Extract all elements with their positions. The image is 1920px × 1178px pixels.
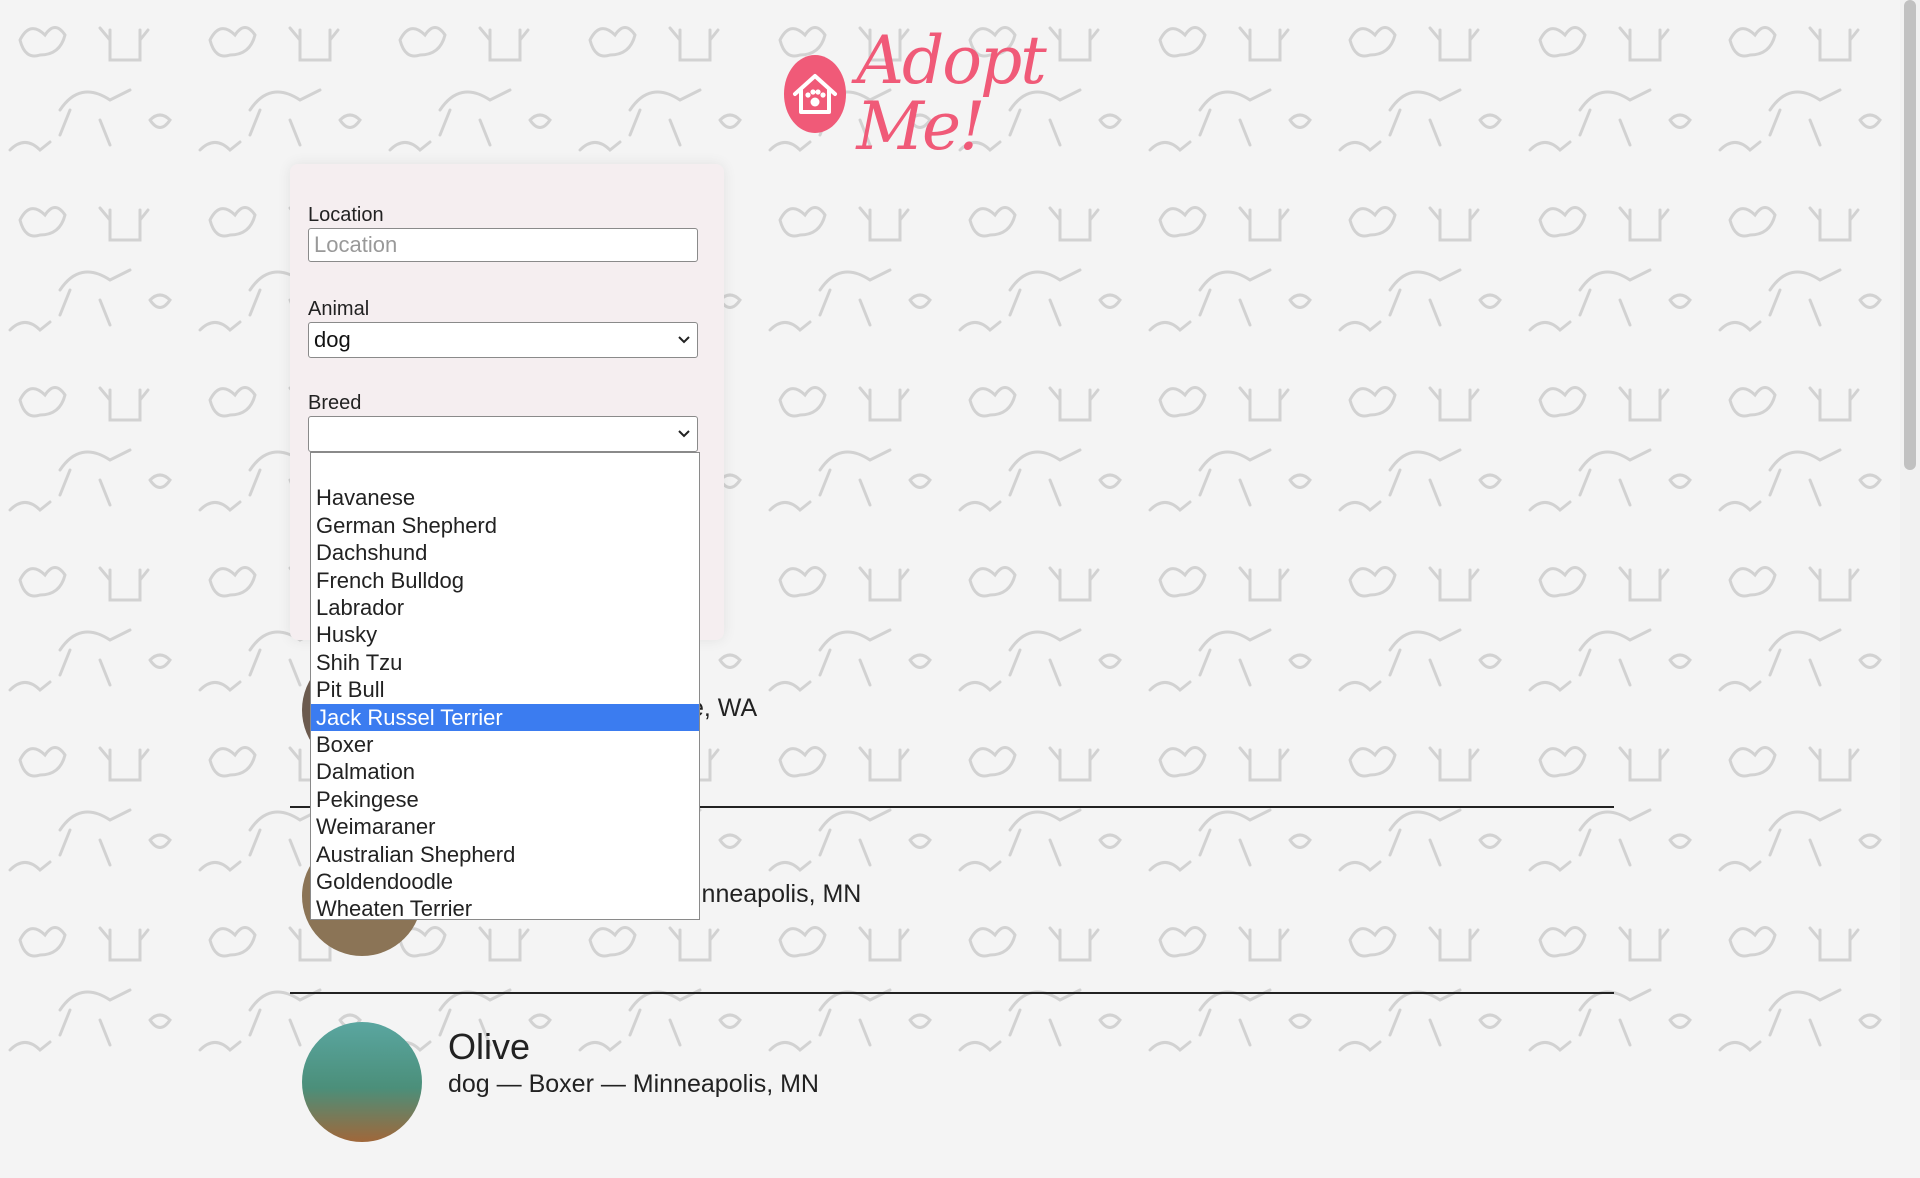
pet-meta: inneapolis, MN xyxy=(696,880,862,908)
pet-card[interactable]: Olive dog — Boxer — Minneapolis, MN xyxy=(290,992,1614,1178)
app-logo[interactable]: Adopt Me! xyxy=(784,28,1124,160)
house-paw-icon xyxy=(784,55,847,133)
breed-dropdown-list[interactable]: Havanese German Shepherd Dachshund French B… xyxy=(310,452,700,922)
breed-select[interactable] xyxy=(308,416,698,452)
breed-option[interactable]: Dalmation xyxy=(311,758,699,785)
breed-option[interactable]: Boxer xyxy=(311,731,699,758)
breed-option[interactable]: Goldendoodle xyxy=(311,868,699,895)
location-placeholder: Location xyxy=(314,232,398,257)
breed-option[interactable]: Weimaraner xyxy=(311,813,699,840)
location-label: Location xyxy=(308,204,384,226)
chevron-down-icon xyxy=(677,323,691,369)
breed-option[interactable]: Australian Shepherd xyxy=(311,841,699,868)
pet-avatar xyxy=(302,1022,422,1142)
pet-meta: dog — Boxer — Minneapolis, MN xyxy=(448,1070,819,1098)
location-input[interactable]: Location xyxy=(308,228,698,262)
animal-label: Animal xyxy=(308,298,370,320)
animal-select-value: dog xyxy=(314,327,351,352)
pet-name: Olive xyxy=(448,1026,531,1067)
breed-option[interactable]: Labrador xyxy=(311,594,699,621)
breed-option[interactable]: Pekingese xyxy=(311,786,699,813)
breed-option[interactable] xyxy=(311,457,699,484)
breed-option[interactable]: Havanese xyxy=(311,484,699,511)
logo-text: Adopt Me! xyxy=(856,22,1046,165)
breed-option[interactable]: Wheaten Terrier xyxy=(311,895,699,922)
breed-option[interactable]: Husky xyxy=(311,621,699,648)
scrollbar-thumb[interactable] xyxy=(1904,0,1916,470)
breed-option[interactable]: French Bulldog xyxy=(311,567,699,594)
breed-option[interactable]: Dachshund xyxy=(311,539,699,566)
breed-option[interactable]: German Shepherd xyxy=(311,512,699,539)
breed-option[interactable]: Jack Russel Terrier xyxy=(311,703,699,731)
breed-option[interactable]: Pit Bull xyxy=(311,676,699,703)
pet-meta: e, WA xyxy=(690,694,758,722)
page-scrollbar[interactable] xyxy=(1900,0,1920,1080)
breed-option[interactable]: Shih Tzu xyxy=(311,649,699,676)
animal-select[interactable]: dog xyxy=(308,322,698,358)
breed-label: Breed xyxy=(308,392,362,414)
